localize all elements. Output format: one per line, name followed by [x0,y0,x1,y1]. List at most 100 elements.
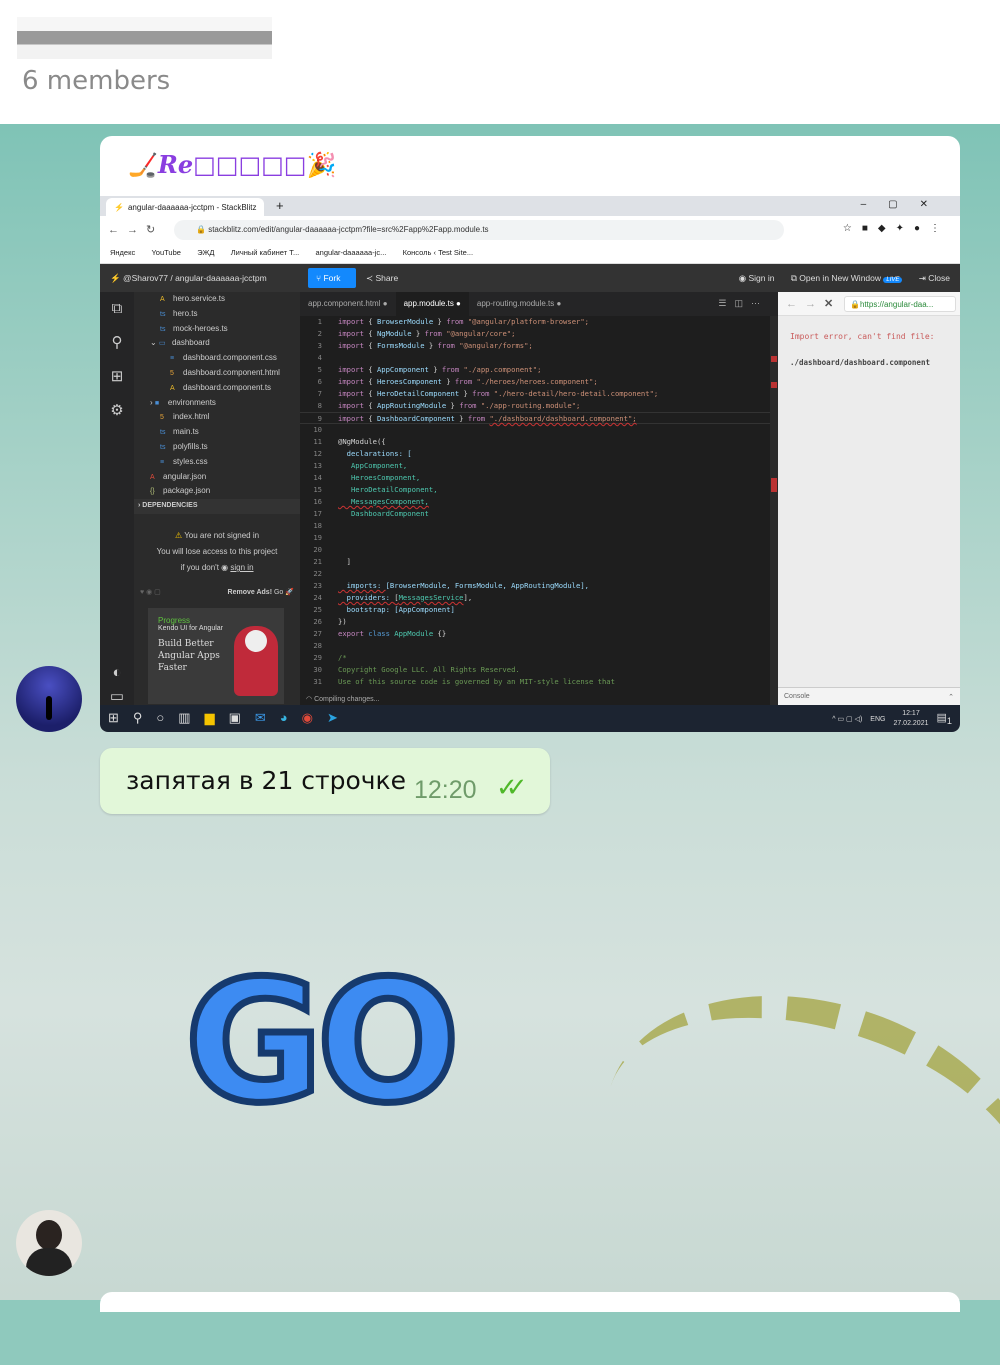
taskbar-apps[interactable]: ⊞⚲○▥▆▣✉◕◉➤ [108,710,352,726]
avatar[interactable] [16,666,82,732]
code-token: } [454,414,468,423]
code-line[interactable]: 6 import { HeroesComponent } from "./hero… [300,376,770,388]
code-line[interactable]: 9 import { DashboardComponent } from "./d… [300,412,770,424]
code-line[interactable]: 27 export class AppModule {} [300,628,770,640]
chat-header[interactable]: 6 members [0,0,1000,124]
editor-tab[interactable]: app-routing.module.ts ● [469,292,569,316]
bookmark[interactable]: YouTube [151,248,180,257]
file-tree-item[interactable]: Adashboard.component.ts [134,381,300,396]
files-icon[interactable]: ⧉ [100,292,134,326]
code-line[interactable]: 21 ] [300,556,770,568]
nav-buttons[interactable]: ←→↻ [108,223,163,236]
code-line[interactable]: 30 Copyright Google LLC. All Rights Reser… [300,664,770,676]
file-tree-item[interactable]: ≡ styles.css [134,455,300,470]
extensions-icon[interactable]: ⊞ [100,360,134,394]
line-number: 14 [313,473,322,482]
file-tree-item[interactable]: ts polyfills.ts [134,440,300,455]
system-tray[interactable]: ^ ▭ ▢ ◁) ENG 12:17 27.02.2021 ▤1 [832,709,952,729]
text-message[interactable]: запятая в 21 строчке 12:20 ✓✓ [100,748,550,814]
file-tree-item[interactable]: 5 index.html [134,410,300,425]
sign-in-button[interactable]: ◉ Sign in [739,273,775,283]
photo-message[interactable]: 🏒Re□□□□□🎉 ⚡ angular-daaaaaa-jcctpm - Stac… [100,136,960,732]
go-sticker[interactable]: GO [182,955,464,1130]
code-line[interactable]: 23 imports: [BrowserModule, FormsModule,… [300,580,770,592]
code-line[interactable]: 19 [300,532,770,544]
advertisement[interactable]: Progress Kendo UI for Angular Build Bett… [148,608,284,704]
file-tree-item[interactable]: 5 dashboard.component.html [134,366,300,381]
file-tree-item[interactable]: Ahero.service.ts [134,292,300,307]
bookmark[interactable]: angular-daaaaaa-jc... [315,248,386,257]
bookmark[interactable]: Яндекс [110,248,135,257]
social-icons[interactable]: ♥ ◉ ▢ [140,589,161,596]
bookmark[interactable]: Консоль ‹ Test Site... [403,248,474,257]
code-line[interactable]: 11 @NgModule({ [300,436,770,448]
code-line[interactable]: 5 import { AppComponent } from "./app.com… [300,364,770,376]
editor-tools[interactable]: ☰◫⋯ [718,298,768,309]
code-line[interactable]: 2 import { NgModule } from "@angular/core… [300,328,770,340]
sender-name[interactable]: 🏒Re□□□□□🎉 [128,150,336,179]
code-line[interactable]: 26}) [300,616,770,628]
code-line[interactable]: 28 [300,640,770,652]
editor-tab-active[interactable]: app.module.ts ● [395,292,469,316]
browser-tab[interactable]: ⚡ angular-daaaaaa-jcctpm - StackBlitz [106,198,264,216]
code-line[interactable]: 22 [300,568,770,580]
bookmark[interactable]: Личный кабинет Т... [231,248,300,257]
code-line[interactable]: 3 import { FormsModule } from "@angular/f… [300,340,770,352]
code-line[interactable]: 1 import { BrowserModule } from "@angular… [300,316,770,328]
window-controls[interactable]: –▢✕ [861,199,950,210]
code-token: ], [463,593,473,602]
code-line[interactable]: 29 /* [300,652,770,664]
code-line[interactable]: 25 bootstrap: [AppComponent] [300,604,770,616]
search-icon[interactable]: ⚲ [100,326,134,360]
file-tree-item[interactable]: ts hero.ts [134,307,300,322]
code-token: "./heroes/heroes.component"; [476,377,598,386]
code-line[interactable]: 20 [300,544,770,556]
code-line[interactable]: 7 import { HeroDetailComponent } from "./… [300,388,770,400]
code-line[interactable]: 14 HeroesComponent, [300,472,770,484]
code-line[interactable]: 8 import { AppRoutingModule } from "./app… [300,400,770,412]
screenshot-image[interactable]: ⚡ angular-daaaaaa-jcctpm - StackBlitz + –… [100,196,960,732]
code-line[interactable]: 17 DashboardComponent [300,508,770,520]
extension-icons[interactable]: ☆■◆✦●⋮ [843,223,950,234]
editor-scrollbar[interactable] [770,316,778,705]
code-line[interactable]: 31 Use of this source code is governed by… [300,676,770,688]
code-line[interactable]: 13 AppComponent, [300,460,770,472]
fork-button[interactable]: ⑂ Fork [308,268,356,288]
console-toggle[interactable]: Console ⌃ [778,687,960,705]
code-line[interactable]: 4 [300,352,770,364]
gear-icon[interactable]: ⚙ [100,394,134,428]
bookmark[interactable]: ЭЖД [197,248,214,257]
file-tree-item[interactable]: Aangular.json [134,470,300,485]
code-line[interactable]: 16 MessagesComponent, [300,496,770,508]
file-tree-item[interactable]: ts main.ts [134,425,300,440]
dependencies-section[interactable]: › DEPENDENCIES [134,499,300,514]
code-line[interactable]: 15 HeroDetailComponent, [300,484,770,496]
code-line[interactable]: 10 [300,424,770,436]
line-number: 6 [317,377,322,386]
code-line[interactable]: 24 providers: [MessagesService], [300,592,770,604]
code-token: from [446,317,468,326]
share-button[interactable]: ≺ Share [366,273,398,284]
new-tab-button[interactable]: + [276,198,284,213]
file-name: polyfills.ts [173,441,208,451]
file-tree-item[interactable]: {} package.json [134,484,300,499]
preview-url[interactable]: 🔒https://angular-daa... [844,296,956,312]
url-field[interactable]: 🔒 stackblitz.com/edit/angular-daaaaaa-jc… [174,220,784,240]
angular-file-icon: A [150,473,155,481]
file-tree-item[interactable]: ⌄ ▭ dashboard [134,336,300,351]
code-editor[interactable]: app.component.html ● app.module.ts ● app-r… [300,292,778,705]
avatar[interactable] [16,1210,82,1276]
close-button[interactable]: ⇥ Close [919,273,950,283]
code-line[interactable]: 18 [300,520,770,532]
file-tree-item[interactable]: ts mock-heroes.ts [134,322,300,337]
file-tree-item[interactable]: › ■ environments [134,396,300,411]
editor-tab[interactable]: app.component.html ● [300,292,396,316]
code-lines[interactable]: 1 import { BrowserModule } from "@angular… [300,316,770,688]
preview-nav-buttons[interactable]: ←→✕ [786,297,841,310]
remove-ads-link[interactable]: Remove Ads! [228,589,272,596]
sign-in-link[interactable]: sign in [230,563,253,572]
open-new-window-button[interactable]: ⧉ Open in New Window LIVE [791,273,903,283]
file-tree-item[interactable]: ≡ dashboard.component.css [134,351,300,366]
code-line[interactable]: 12 declarations: [ [300,448,770,460]
code-token: AppRoutingModule [376,401,447,410]
